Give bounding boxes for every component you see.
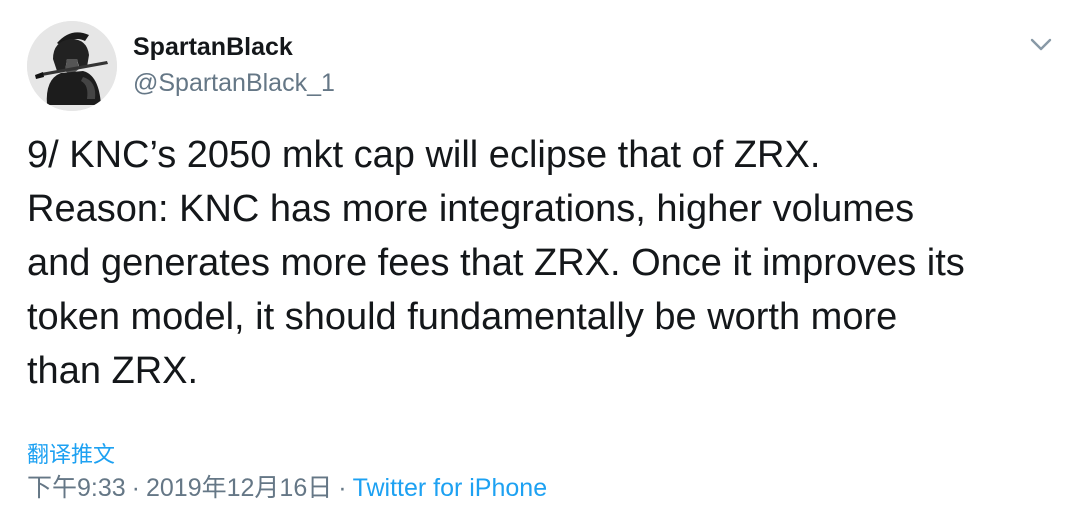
avatar[interactable] [27, 21, 117, 111]
tweet-time[interactable]: 下午9:33 [27, 474, 126, 502]
spartan-warrior-icon [27, 21, 117, 111]
tweet-card: SpartanBlack @SpartanBlack_1 9/ KNC’s 20… [0, 0, 1080, 525]
author-display-name[interactable]: SpartanBlack [133, 33, 293, 62]
meta-separator: · [131, 474, 140, 502]
author-handle[interactable]: @SpartanBlack_1 [133, 69, 335, 98]
tweet-text: 9/ KNC’s 2050 mkt cap will eclipse that … [27, 134, 965, 392]
translate-tweet-link[interactable]: 翻译推文 [27, 437, 115, 469]
tweet-date[interactable]: 2019年12月16日 [146, 474, 332, 502]
tweet-menu-button[interactable] [1026, 32, 1056, 58]
tweet-source-link[interactable]: Twitter for iPhone [353, 474, 548, 502]
meta-separator: · [338, 474, 347, 502]
tweet-meta: 下午9:33 · 2019年12月16日 · Twitter for iPhone [27, 468, 547, 504]
chevron-down-icon [1030, 38, 1052, 51]
